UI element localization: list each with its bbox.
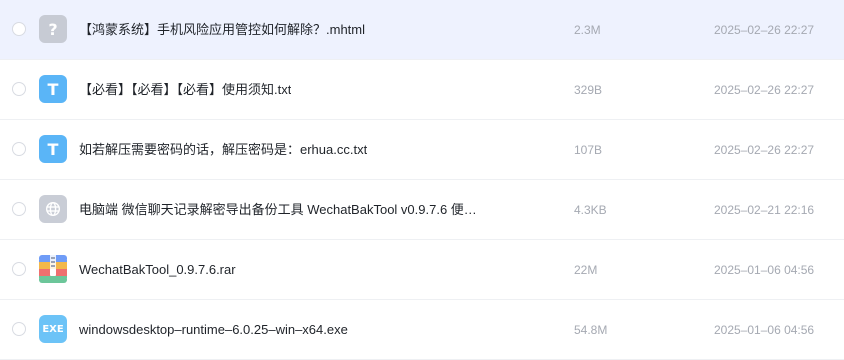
file-size: 54.8M (574, 323, 608, 337)
exe-file-icon: EXE (39, 315, 67, 343)
file-name[interactable]: 【必看】【必看】【必看】使用须知.txt (79, 60, 291, 120)
file-row[interactable]: T 如若解压需要密码的话，解压密码是：erhua.cc.txt 107B 202… (0, 120, 844, 180)
file-row[interactable]: WechatBakTool_0.9.7.6.rar 22M 2025–01–06… (0, 240, 844, 300)
row-checkbox[interactable] (12, 82, 26, 96)
file-size: 22M (574, 263, 598, 277)
file-date: 2025–01–06 04:56 (714, 263, 815, 277)
row-checkbox[interactable] (12, 22, 26, 36)
file-name[interactable]: 电脑端 微信聊天记录解密导出备份工具 WechatBakTool v0.9.7.… (79, 180, 477, 240)
file-date: 2025–01–06 04:56 (714, 323, 815, 337)
file-name[interactable]: 【鸿蒙系统】手机风险应用管控如何解除？.mhtml (79, 0, 365, 60)
row-checkbox[interactable] (12, 202, 26, 216)
file-size: 2.3M (574, 23, 601, 37)
file-size: 329B (574, 83, 603, 97)
file-date: 2025–02–26 22:27 (714, 83, 815, 97)
file-date: 2025–02–26 22:27 (714, 23, 815, 37)
file-date: 2025–02–21 22:16 (714, 203, 815, 217)
rar-archive-icon (39, 255, 67, 283)
file-size: 4.3KB (574, 203, 607, 217)
txt-file-icon: T (39, 135, 67, 163)
file-name[interactable]: WechatBakTool_0.9.7.6.rar (79, 240, 236, 300)
file-row[interactable]: T 【必看】【必看】【必看】使用须知.txt 329B 2025–02–26 2… (0, 60, 844, 120)
file-date: 2025–02–26 22:27 (714, 143, 815, 157)
unknown-file-icon: ? (39, 15, 67, 43)
file-row[interactable]: EXE windowsdesktop–runtime–6.0.25–win–x6… (0, 300, 844, 360)
web-link-icon (39, 195, 67, 223)
file-name[interactable]: windowsdesktop–runtime–6.0.25–win–x64.ex… (79, 300, 348, 360)
row-checkbox[interactable] (12, 142, 26, 156)
file-row[interactable]: 电脑端 微信聊天记录解密导出备份工具 WechatBakTool v0.9.7.… (0, 180, 844, 240)
file-size: 107B (574, 143, 603, 157)
row-checkbox[interactable] (12, 262, 26, 276)
row-checkbox[interactable] (12, 322, 26, 336)
txt-file-icon: T (39, 75, 67, 103)
file-row[interactable]: ? 【鸿蒙系统】手机风险应用管控如何解除？.mhtml 2.3M 2025–02… (0, 0, 844, 60)
file-list: ? 【鸿蒙系统】手机风险应用管控如何解除？.mhtml 2.3M 2025–02… (0, 0, 844, 360)
file-name[interactable]: 如若解压需要密码的话，解压密码是：erhua.cc.txt (79, 120, 367, 180)
